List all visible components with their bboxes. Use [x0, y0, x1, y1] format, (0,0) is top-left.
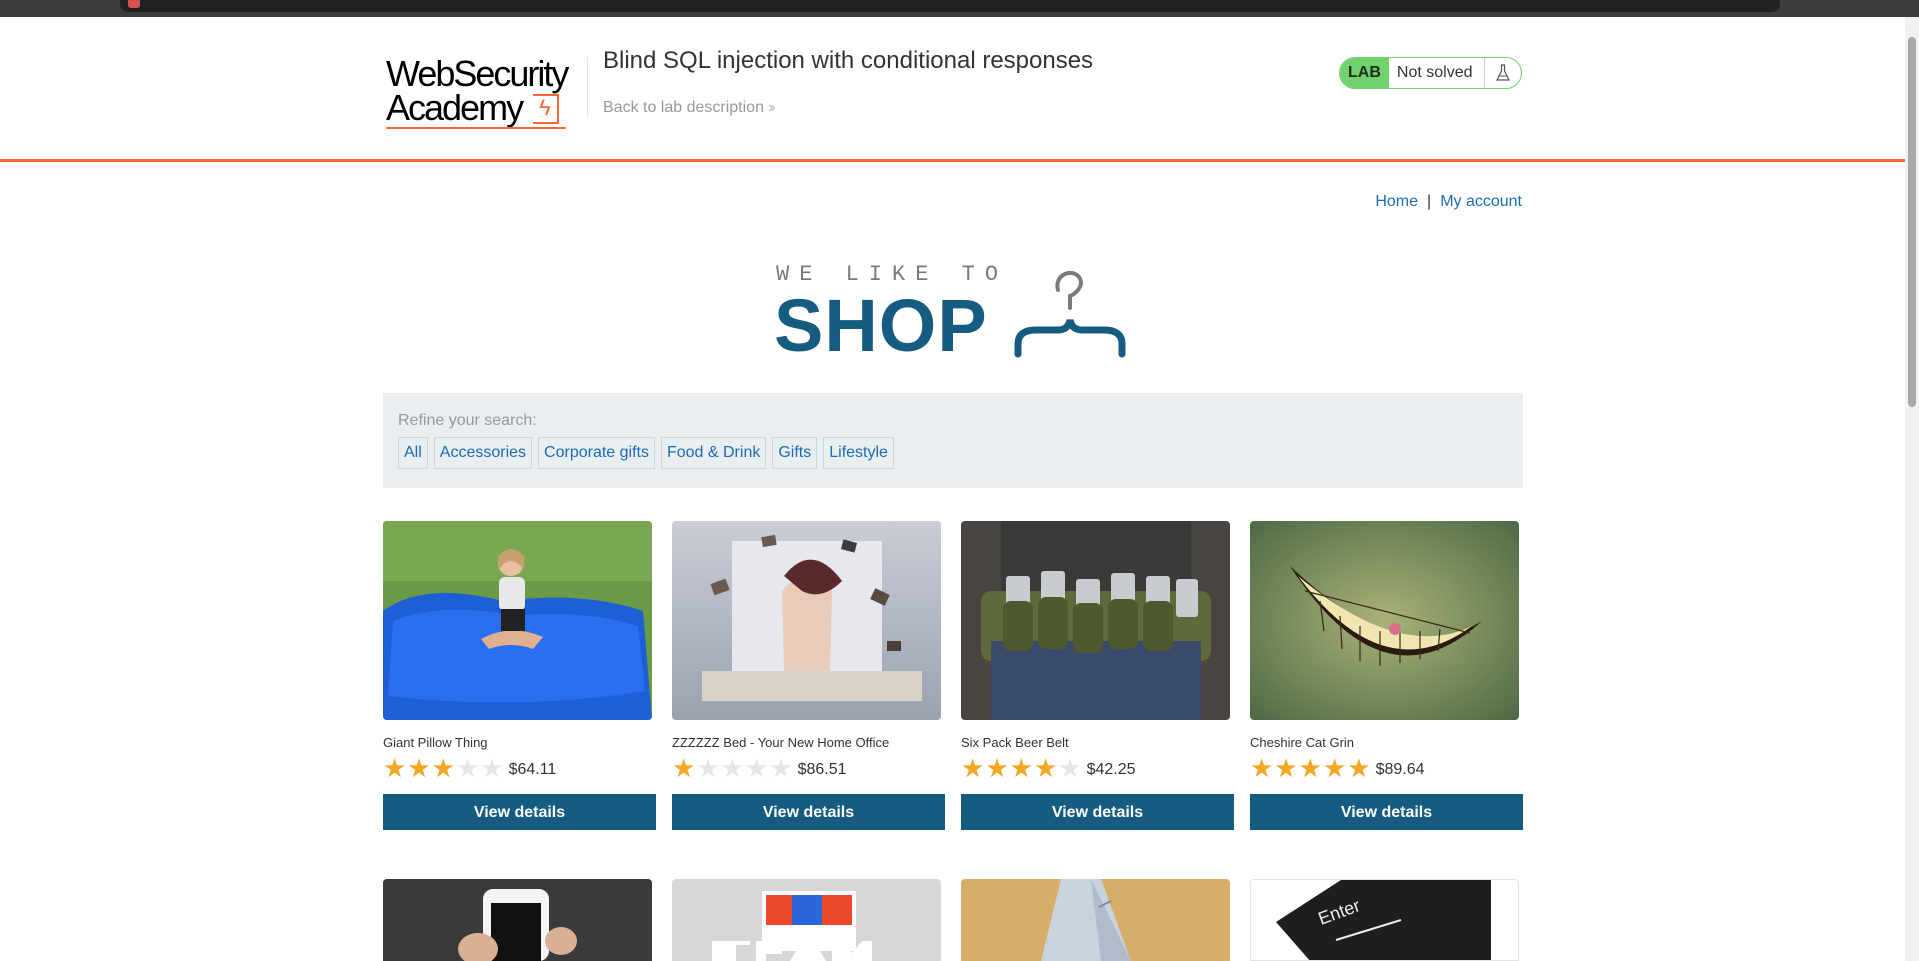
product-image[interactable]: [961, 879, 1230, 961]
top-nav: Home | My account: [1375, 193, 1522, 211]
lab-status-text: Not solved: [1389, 58, 1486, 88]
star-icon: ★: [455, 753, 480, 783]
star-icon: ★: [1322, 753, 1347, 783]
star-icon: ★: [480, 753, 504, 783]
view-details-button[interactable]: View details: [1250, 794, 1523, 830]
category-list: All Accessories Corporate gifts Food & D…: [398, 437, 894, 469]
back-link-label: Back to lab description: [603, 99, 764, 116]
logo-line-2: Academy: [386, 87, 524, 128]
lab-header: WebSecurity Academy ϟ Blind SQL injectio…: [0, 17, 1905, 162]
category-corporate-gifts[interactable]: Corporate gifts: [538, 437, 655, 469]
star-icon: ★: [720, 753, 744, 783]
product-rating: ★ ★ ★ ★ ★ $89.64: [1250, 755, 1425, 781]
hanger-icon: [1014, 270, 1126, 358]
flask-icon: [1485, 58, 1521, 88]
product-card: Cheshire Cat Grin ★ ★ ★ ★ ★ $89.64 View …: [1250, 521, 1523, 830]
star-icon: ★: [1347, 753, 1371, 783]
shop-logo: WE LIKE TO SHOP: [772, 258, 1132, 368]
product-price: $89.64: [1375, 761, 1425, 778]
star-icon: ★: [696, 753, 720, 783]
page-scrollbar[interactable]: [1905, 17, 1919, 961]
star-icon: ★: [744, 753, 769, 783]
product-image[interactable]: [1250, 521, 1519, 720]
lab-tag: LAB: [1340, 58, 1389, 88]
my-account-link[interactable]: My account: [1440, 193, 1522, 210]
lab-title: Blind SQL injection with conditional res…: [603, 47, 1094, 74]
product-name: Cheshire Cat Grin: [1250, 735, 1355, 750]
filter-label: Refine your search:: [398, 412, 537, 429]
product-image[interactable]: [672, 879, 941, 961]
star-icon: ★: [1009, 753, 1033, 783]
browser-top-bar: [0, 0, 1919, 17]
star-icon: ★: [1274, 753, 1298, 783]
product-price: $86.51: [797, 761, 847, 778]
logo-divider: [587, 57, 588, 117]
product-image[interactable]: [383, 879, 652, 961]
star-icon: ★: [961, 753, 985, 783]
logo-underline: [386, 127, 566, 129]
tab-favicon: [128, 0, 140, 8]
star-icon: ★: [1058, 753, 1082, 783]
product-price: $64.11: [508, 761, 557, 778]
category-lifestyle[interactable]: Lifestyle: [823, 437, 894, 469]
back-to-lab-description-link[interactable]: Back to lab description ››: [603, 99, 775, 117]
star-icon: ★: [1250, 753, 1274, 783]
shop-logo-title: SHOP: [774, 284, 988, 367]
star-icon: ★: [1298, 753, 1322, 783]
product-image[interactable]: Enter: [1250, 879, 1519, 961]
star-icon: ★: [431, 753, 455, 783]
product-image[interactable]: [383, 521, 652, 720]
lab-status-widget: LAB Not solved: [1339, 57, 1523, 89]
home-link[interactable]: Home: [1375, 193, 1418, 210]
star-icon: ★: [1033, 753, 1058, 783]
product-name: Giant Pillow Thing: [383, 735, 488, 750]
product-rating: ★ ★ ★ ★ ★ $42.25: [961, 755, 1136, 781]
nav-separator: |: [1427, 193, 1432, 210]
product-card: ZZZZZZ Bed - Your New Home Office ★ ★ ★ …: [672, 521, 945, 830]
product-rating: ★ ★ ★ ★ ★ $64.11: [383, 755, 556, 781]
lightning-icon: ϟ: [533, 94, 559, 124]
star-icon: ★: [407, 753, 431, 783]
search-filter: Refine your search: All Accessories Corp…: [383, 393, 1523, 488]
product-card: Six Pack Beer Belt ★ ★ ★ ★ ★ $42.25 View…: [961, 521, 1234, 830]
web-security-academy-logo[interactable]: WebSecurity Academy ϟ: [384, 38, 584, 129]
address-bar[interactable]: [120, 0, 1780, 12]
product-price: $42.25: [1086, 761, 1136, 778]
product-rating: ★ ★ ★ ★ ★ $86.51: [672, 755, 847, 781]
category-food-drink[interactable]: Food & Drink: [660, 437, 767, 469]
star-icon: ★: [383, 753, 407, 783]
product-image[interactable]: [961, 521, 1230, 720]
star-icon: ★: [769, 753, 793, 783]
double-chevron-right-icon: ››: [767, 99, 775, 116]
view-details-button[interactable]: View details: [961, 794, 1234, 830]
product-image[interactable]: [672, 521, 941, 720]
view-details-button[interactable]: View details: [383, 794, 656, 830]
product-card: Giant Pillow Thing ★ ★ ★ ★ ★ $64.11 View…: [383, 521, 656, 830]
star-icon: ★: [672, 753, 696, 783]
category-all[interactable]: All: [398, 437, 428, 469]
category-accessories[interactable]: Accessories: [433, 437, 533, 469]
scrollbar-thumb[interactable]: [1908, 37, 1916, 407]
product-name: ZZZZZZ Bed - Your New Home Office: [672, 735, 890, 750]
product-name: Six Pack Beer Belt: [961, 735, 1069, 750]
star-icon: ★: [985, 753, 1009, 783]
view-details-button[interactable]: View details: [672, 794, 945, 830]
category-gifts[interactable]: Gifts: [772, 437, 818, 469]
